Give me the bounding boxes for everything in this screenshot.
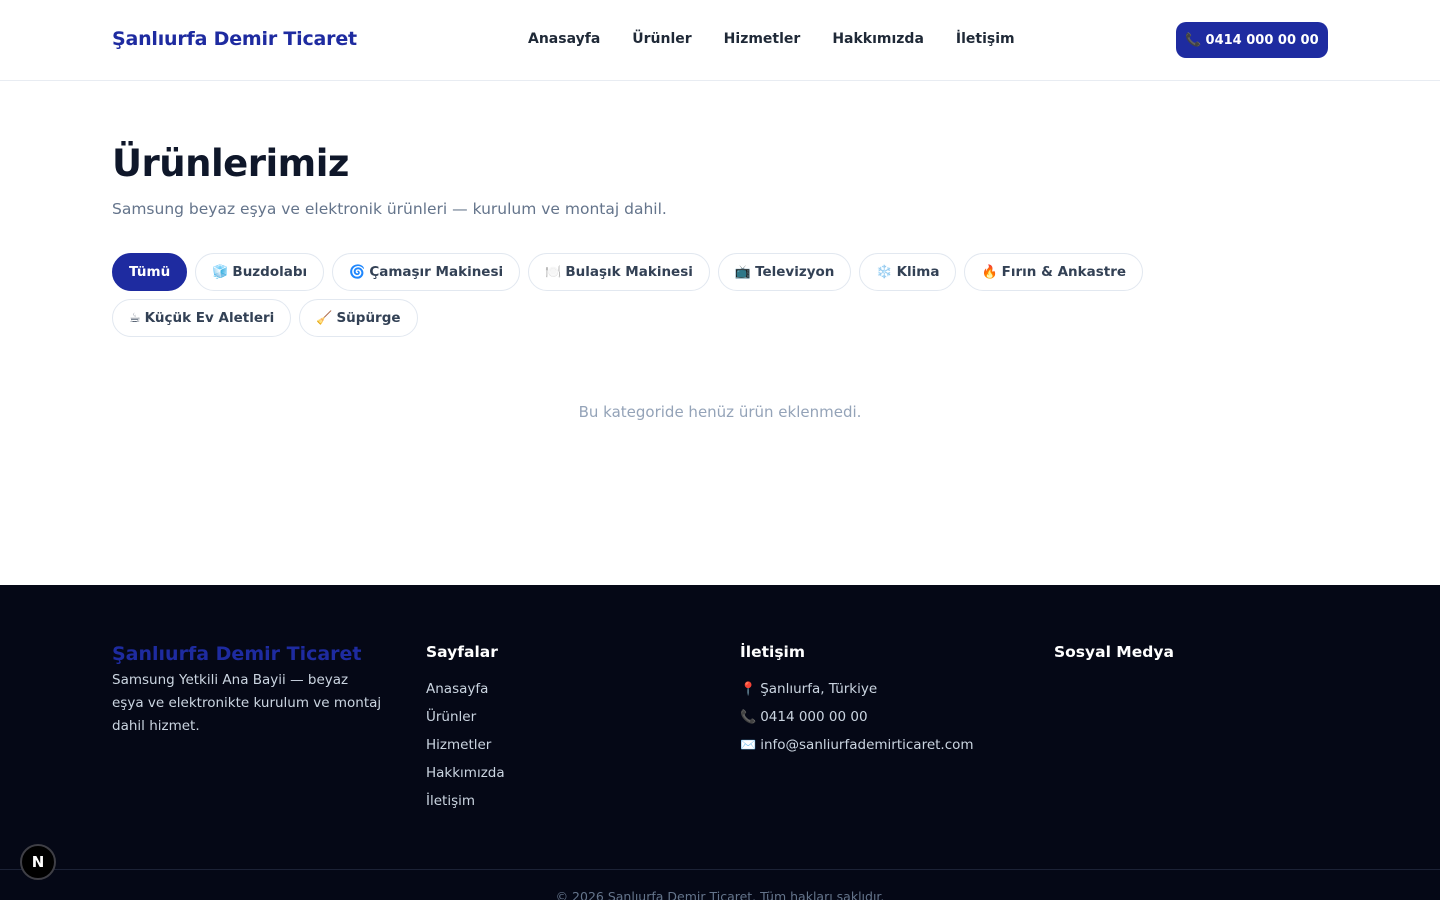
call-button-label: 0414 000 00 00 — [1205, 32, 1319, 48]
category-chip-label: Küçük Ev Aletleri — [144, 310, 275, 326]
category-chip-label: Buzdolabı — [232, 264, 308, 280]
nav-link-urunler[interactable]: Ürünler — [632, 31, 691, 47]
television-icon: 📺 — [734, 264, 752, 280]
footer-address-text: Şanlıurfa, Türkiye — [760, 681, 878, 697]
footer-link-iletisim[interactable]: İletişim — [426, 792, 505, 820]
category-chip-supurge[interactable]: 🧹 Süpürge — [299, 299, 418, 337]
category-chip-televizyon[interactable]: 📺 Televizyon — [717, 253, 852, 291]
category-chip-tumu[interactable]: Tümü — [112, 253, 188, 291]
phone-icon: 📞 — [1185, 32, 1202, 48]
nav-link-iletisim[interactable]: İletişim — [956, 31, 1015, 47]
footer-pages-column: Sayfalar Anasayfa Ürünler Hizmetler Hakk… — [426, 643, 505, 820]
cyclone-icon: 🌀 — [349, 264, 366, 280]
footer-email-text: info@sanliurfademirticaret.com — [760, 737, 974, 753]
category-chip-camasir-makinesi[interactable]: 🌀 Çamaşır Makinesi — [332, 253, 521, 291]
footer-pages-title: Sayfalar — [426, 643, 498, 661]
site-footer: Şanlıurfa Demir Ticaret Samsung Yetkili … — [0, 585, 1440, 900]
phone-icon: 📞 — [740, 710, 757, 725]
category-chip-buzdolabi[interactable]: 🧊 Buzdolabı — [195, 253, 325, 291]
plate-cutlery-icon: 🍽️ — [545, 264, 562, 280]
nav-link-hizmetler[interactable]: Hizmetler — [724, 31, 801, 47]
category-chip-label: Klima — [896, 264, 940, 280]
category-chip-klima[interactable]: ❄️ Klima — [859, 253, 957, 291]
category-filter: Tümü 🧊 Buzdolabı 🌀 Çamaşır Makinesi 🍽️ B… — [112, 253, 1328, 337]
fire-icon: 🔥 — [981, 264, 998, 280]
envelope-icon: ✉️ — [740, 738, 757, 753]
site-header: Şanlıurfa Demir Ticaret Anasayfa Ürünler… — [0, 0, 1440, 81]
footer-contact-address: 📍 Şanlıurfa, Türkiye — [740, 680, 974, 708]
footer-link-anasayfa[interactable]: Anasayfa — [426, 680, 505, 708]
footer-description: Samsung Yetkili Ana Bayii — beyaz eşya v… — [112, 672, 382, 734]
footer-phone-text: 0414 000 00 00 — [760, 709, 868, 725]
category-chip-kucuk-ev-aletleri[interactable]: ☕ Küçük Ev Aletleri — [112, 299, 292, 337]
main-nav: Anasayfa Ürünler Hizmetler Hakkımızda İl… — [528, 31, 1015, 47]
empty-state-message: Bu kategoride henüz ürün eklenmedi. — [578, 403, 862, 421]
category-chip-label: Televizyon — [755, 264, 835, 280]
nav-link-anasayfa[interactable]: Anasayfa — [528, 31, 600, 47]
pin-icon: 📍 — [740, 682, 757, 697]
footer-contact-title: İletişim — [740, 643, 806, 661]
category-chip-label: Süpürge — [336, 310, 401, 326]
category-chip-bulasik-makinesi[interactable]: 🍽️ Bulaşık Makinesi — [528, 253, 710, 291]
footer-social-title: Sosyal Medya — [1054, 643, 1174, 661]
footer-contact-email[interactable]: ✉️ info@sanliurfademirticaret.com — [740, 736, 974, 764]
nav-link-hakkimizda[interactable]: Hakkımızda — [832, 31, 924, 47]
coffee-icon: ☕ — [129, 310, 141, 326]
category-chip-label: Bulaşık Makinesi — [565, 264, 693, 280]
page-title: Ürünlerimiz — [112, 142, 349, 185]
footer-link-hakkimizda[interactable]: Hakkımızda — [426, 764, 505, 792]
broom-icon: 🧹 — [316, 310, 333, 326]
footer-contact-column: İletişim 📍 Şanlıurfa, Türkiye 📞 0414 000 0… — [740, 643, 974, 764]
footer-link-hizmetler[interactable]: Hizmetler — [426, 736, 505, 764]
footer-link-urunler[interactable]: Ürünler — [426, 708, 505, 736]
snowflake-icon: ❄️ — [876, 264, 893, 280]
category-chip-label: Fırın & Ankastre — [1001, 264, 1127, 280]
category-chip-firin-ankastre[interactable]: 🔥 Fırın & Ankastre — [964, 253, 1144, 291]
footer-contact-phone[interactable]: 📞 0414 000 00 00 — [740, 708, 974, 736]
call-button[interactable]: 📞 0414 000 00 00 — [1176, 22, 1328, 58]
brand-logo[interactable]: Şanlıurfa Demir Ticaret — [112, 28, 357, 50]
footer-brand[interactable]: Şanlıurfa Demir Ticaret — [112, 643, 362, 665]
page-subtitle: Samsung beyaz eşya ve elektronik ürünler… — [112, 200, 667, 218]
footer-divider — [0, 869, 1440, 870]
dev-tools-badge[interactable]: N — [20, 844, 56, 880]
category-chip-label: Tümü — [129, 264, 171, 280]
category-chip-label: Çamaşır Makinesi — [369, 264, 504, 280]
copyright-text: © 2026 Şanlıurfa Demir Ticaret. Tüm hakl… — [555, 889, 885, 900]
ice-cube-icon: 🧊 — [212, 264, 229, 280]
footer-social-column: Sosyal Medya — [1054, 643, 1174, 680]
